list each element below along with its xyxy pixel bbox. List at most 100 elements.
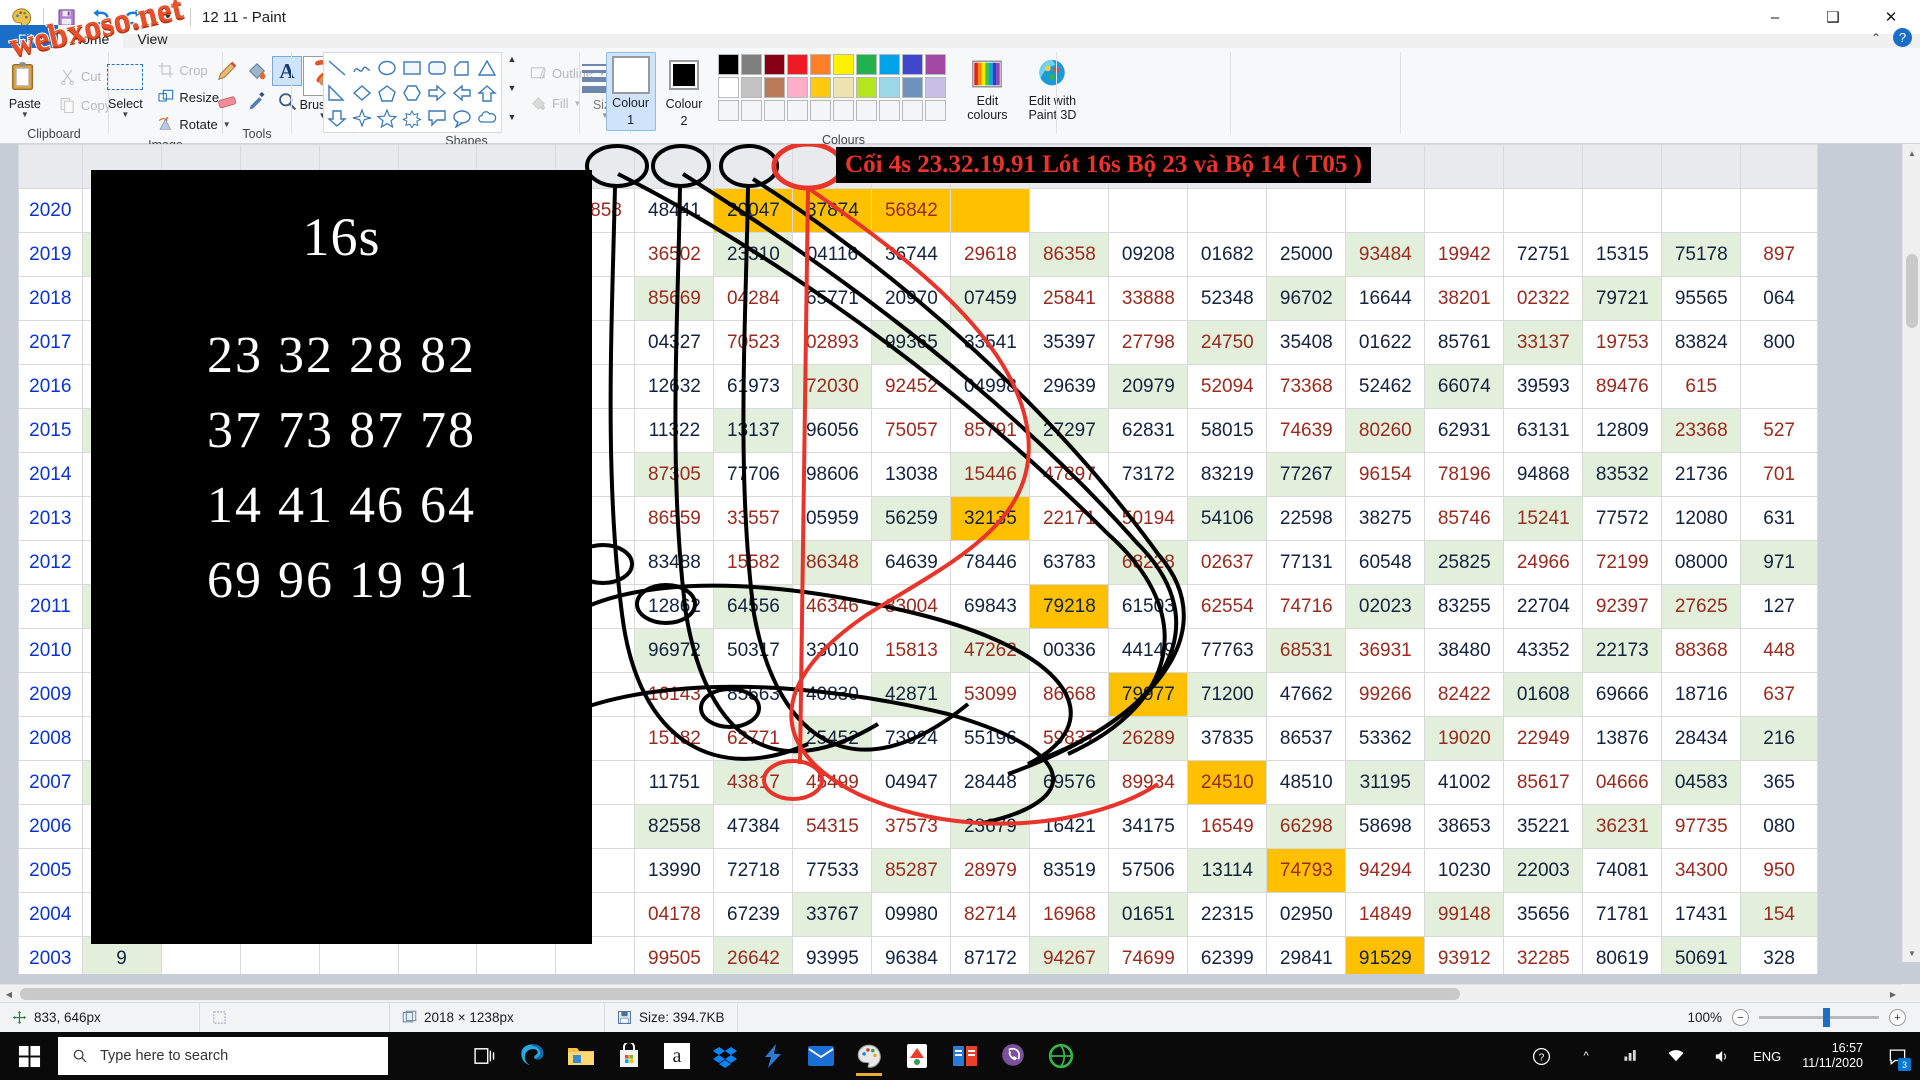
row-year-cell[interactable]: 2007 <box>18 760 83 805</box>
table-cell[interactable]: 04583 <box>1661 760 1742 805</box>
table-cell[interactable]: 448 <box>1740 628 1818 673</box>
up-arrow-shape[interactable] <box>475 80 500 105</box>
table-cell[interactable]: 22598 <box>1266 496 1347 541</box>
table-cell[interactable]: 86537 <box>1266 716 1347 761</box>
palette-swatch-0-6[interactable] <box>856 54 878 75</box>
show-hidden-icons[interactable]: ^ <box>1569 1032 1603 1080</box>
shapes-scroll-down-icon[interactable]: ▼ <box>507 83 516 93</box>
hexagon-shape[interactable] <box>400 80 425 105</box>
table-cell[interactable]: 73172 <box>1108 452 1189 497</box>
column-header-cell[interactable] <box>634 144 715 189</box>
palette-swatch-1-7[interactable] <box>879 77 901 98</box>
table-cell[interactable]: 66074 <box>1424 364 1505 409</box>
table-cell[interactable]: 80619 <box>1582 936 1663 974</box>
table-cell[interactable]: 29639 <box>1029 364 1110 409</box>
table-cell[interactable]: 38653 <box>1424 804 1505 849</box>
table-cell[interactable]: 96972 <box>634 628 715 673</box>
table-cell[interactable]: 58698 <box>1345 804 1426 849</box>
row-year-cell[interactable]: 2017 <box>18 320 83 365</box>
table-cell[interactable]: 23368 <box>1661 408 1742 453</box>
table-cell[interactable]: 18716 <box>1661 672 1742 717</box>
row-year-cell[interactable]: 2003 <box>18 936 83 974</box>
table-cell[interactable]: 13114 <box>1187 848 1268 893</box>
table-cell[interactable]: 14849 <box>1345 892 1426 937</box>
table-cell[interactable]: 72718 <box>713 848 794 893</box>
table-cell[interactable]: 62831 <box>1108 408 1189 453</box>
table-cell[interactable]: 28448 <box>950 760 1031 805</box>
collapse-ribbon-icon[interactable]: ⌃ <box>1871 31 1881 45</box>
table-cell[interactable]: 85287 <box>871 848 952 893</box>
table-cell[interactable]: 21736 <box>1661 452 1742 497</box>
table-cell[interactable]: 16421 <box>1029 804 1110 849</box>
table-cell[interactable]: 83219 <box>1187 452 1268 497</box>
table-cell[interactable]: 85563 <box>713 672 794 717</box>
palette-swatch-0-9[interactable] <box>925 54 947 75</box>
start-button[interactable] <box>0 1032 58 1080</box>
table-cell[interactable]: 04947 <box>871 760 952 805</box>
shapes-expand-icon[interactable]: ▼ <box>507 112 516 122</box>
palette-swatch-2-6[interactable] <box>856 100 878 121</box>
table-cell[interactable]: 77131 <box>1266 540 1347 585</box>
row-year-cell[interactable]: 2010 <box>18 628 83 673</box>
table-cell[interactable]: 637 <box>1740 672 1818 717</box>
table-cell[interactable]: 40830 <box>792 672 873 717</box>
table-cell[interactable]: 93912 <box>1424 936 1505 974</box>
table-cell[interactable]: 36231 <box>1582 804 1663 849</box>
table-cell[interactable]: 73368 <box>1266 364 1347 409</box>
office-icon[interactable] <box>948 1036 982 1076</box>
column-header-cell[interactable] <box>1661 144 1742 189</box>
right-triangle-shape[interactable] <box>325 80 350 105</box>
palette-swatch-1-9[interactable] <box>925 77 947 98</box>
table-cell[interactable]: 85669 <box>634 276 715 321</box>
table-cell[interactable]: 78446 <box>950 540 1031 585</box>
palette-swatch-2-7[interactable] <box>879 100 901 121</box>
table-cell[interactable]: 16968 <box>1029 892 1110 937</box>
palette-swatch-2-5[interactable] <box>833 100 855 121</box>
rounded-rectangle-shape[interactable] <box>425 55 450 80</box>
paste-button[interactable]: Paste ▼ <box>0 51 53 119</box>
table-cell[interactable]: 67239 <box>713 892 794 937</box>
table-cell[interactable]: 26289 <box>1108 716 1189 761</box>
table-cell[interactable]: 74081 <box>1582 848 1663 893</box>
table-cell[interactable]: 89476 <box>1582 364 1663 409</box>
table-cell[interactable]: 72030 <box>792 364 873 409</box>
scroll-up-icon[interactable]: ▲ <box>1903 144 1920 162</box>
help-tray-icon[interactable]: ? <box>1524 1032 1558 1080</box>
pdf-icon[interactable] <box>900 1036 934 1076</box>
select-button[interactable]: Select ▼ <box>100 51 150 119</box>
table-cell[interactable]: 23679 <box>950 804 1031 849</box>
table-cell[interactable]: 22704 <box>1503 584 1584 629</box>
row-year-cell[interactable]: 2006 <box>18 804 83 849</box>
table-cell[interactable]: 63783 <box>1029 540 1110 585</box>
table-cell[interactable]: 09980 <box>871 892 952 937</box>
table-cell[interactable]: 365 <box>1740 760 1818 805</box>
palette-swatch-2-2[interactable] <box>764 100 786 121</box>
paint-icon[interactable] <box>852 1036 886 1076</box>
table-cell[interactable]: 29618 <box>950 232 1031 277</box>
table-cell[interactable]: 47384 <box>713 804 794 849</box>
table-cell[interactable]: 25000 <box>1266 232 1347 277</box>
canvas-area[interactable]: 2020979599848152812188219999544571888584… <box>0 144 1920 984</box>
wifi-icon[interactable] <box>1659 1032 1693 1080</box>
table-cell[interactable] <box>950 188 1031 233</box>
table-cell[interactable]: 05959 <box>792 496 873 541</box>
table-cell[interactable]: 74716 <box>1266 584 1347 629</box>
table-cell[interactable]: 24510 <box>1187 760 1268 805</box>
table-cell[interactable]: 37874 <box>792 188 873 233</box>
table-cell[interactable]: 17431 <box>1661 892 1742 937</box>
table-cell[interactable]: 71200 <box>1187 672 1268 717</box>
shapes-gallery[interactable] <box>322 52 502 133</box>
table-cell[interactable]: 79977 <box>1108 672 1189 717</box>
table-cell[interactable]: 38275 <box>1345 496 1426 541</box>
table-cell[interactable]: 36502 <box>634 232 715 277</box>
browser-icon[interactable] <box>1044 1036 1078 1076</box>
eraser-icon[interactable] <box>212 86 242 116</box>
table-cell[interactable]: 83519 <box>1029 848 1110 893</box>
table-cell[interactable] <box>1582 188 1663 233</box>
horizontal-scrollbar[interactable]: ◀ ▶ <box>0 984 1902 1002</box>
row-year-cell[interactable]: 2004 <box>18 892 83 937</box>
search-input[interactable]: Type here to search <box>58 1037 388 1075</box>
table-cell[interactable]: 22315 <box>1187 892 1268 937</box>
table-cell[interactable]: 95565 <box>1661 276 1742 321</box>
table-cell[interactable] <box>1424 188 1505 233</box>
